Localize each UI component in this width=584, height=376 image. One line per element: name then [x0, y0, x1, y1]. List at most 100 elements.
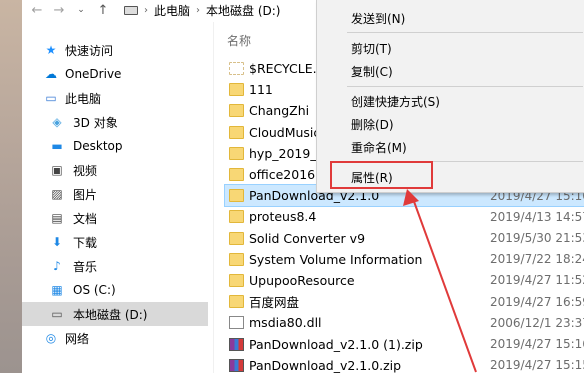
- file-row[interactable]: UpupooResource 2019/4/27 11:52: [225, 270, 584, 291]
- background-wallpaper: [0, 0, 22, 373]
- sidebar-item[interactable]: ▭ 此电脑: [22, 86, 208, 110]
- file-date: 2019/4/27 16:59: [490, 294, 584, 309]
- sidebar-item-label: 文档: [73, 211, 98, 226]
- sidebar-item-label: 音乐: [73, 259, 98, 274]
- file-row[interactable]: Solid Converter v9 2019/5/30 21:53: [225, 228, 584, 249]
- folder-icon: [229, 146, 244, 160]
- file-row[interactable]: proteus8.4 2019/4/13 14:57: [225, 206, 584, 227]
- file-name: System Volume Information: [249, 251, 423, 267]
- annotation-highlight-box: [330, 161, 433, 189]
- file-row[interactable]: 百度网盘 2019/4/27 16:59: [225, 291, 584, 312]
- sidebar-item[interactable]: ▨ 图片: [22, 182, 208, 206]
- folder-icon: [229, 273, 244, 287]
- picture-icon: ▨: [51, 187, 63, 201]
- drive-icon: ▭: [51, 307, 63, 321]
- sidebar-item-label: Desktop: [73, 139, 123, 153]
- sidebar-item-label: 本地磁盘 (D:): [73, 307, 148, 322]
- cube-icon: ◈: [52, 115, 62, 129]
- sidebar-item[interactable]: ◎ 网络: [22, 326, 208, 350]
- document-icon: ▤: [51, 211, 63, 225]
- folder-icon: [229, 62, 244, 76]
- sidebar-item[interactable]: ▭ 本地磁盘 (D:): [22, 302, 208, 326]
- file-date: 2019/7/22 18:24: [490, 252, 584, 267]
- file-date: 2019/5/30 21:53: [490, 231, 584, 246]
- sidebar-item-label: OneDrive: [65, 67, 122, 81]
- file-row[interactable]: msdia80.dll 2006/12/1 23:37: [225, 312, 584, 333]
- file-name: office2016: [249, 167, 316, 183]
- sidebar-item-label: OS (C:): [73, 283, 116, 297]
- pane-divider[interactable]: [213, 22, 214, 373]
- sidebar-item[interactable]: ★ 快速访问: [22, 38, 208, 62]
- cloud-icon: ☁: [45, 67, 57, 81]
- folder-icon: [229, 189, 244, 203]
- sidebar-item[interactable]: ◈ 3D 对象: [22, 110, 208, 134]
- folder-icon: [229, 295, 244, 309]
- folder-icon: [229, 231, 244, 245]
- folder-icon: [229, 83, 244, 97]
- sidebar-item[interactable]: ☁ OneDrive: [22, 62, 208, 86]
- navigation-pane: ★ 快速访问 ☁ OneDrive ▭ 此电脑 ◈ 3D 对象 ▬ Desktop ▣ 视频 ▨ 图片 ▤ 文…: [22, 38, 208, 350]
- file-name: UpupooResource: [249, 272, 355, 288]
- sidebar-item[interactable]: ▣ 视频: [22, 158, 208, 182]
- file-name: 百度网盘: [249, 295, 300, 311]
- folder-icon: [229, 168, 244, 182]
- sidebar-item-label: 网络: [65, 331, 90, 346]
- file-date: 2019/4/13 14:57: [490, 209, 584, 224]
- file-name: Solid Converter v9: [249, 230, 366, 246]
- breadcrumb-this-pc[interactable]: 此电脑: [154, 2, 190, 19]
- file-name: msdia80.dll: [249, 315, 322, 331]
- sidebar-item[interactable]: ⬇ 下载: [22, 230, 208, 254]
- sidebar-item-label: 视频: [73, 163, 98, 178]
- menu-item-rename[interactable]: 重命名(M): [351, 139, 407, 156]
- dll-file-icon: [229, 316, 244, 330]
- sidebar-item[interactable]: ♪ 音乐: [22, 254, 208, 278]
- sidebar-item[interactable]: ▤ 文档: [22, 206, 208, 230]
- menu-item-create-shortcut[interactable]: 创建快捷方式(S): [351, 93, 440, 110]
- sidebar-item[interactable]: ▬ Desktop: [22, 134, 208, 158]
- up-arrow-icon[interactable]: ↑: [92, 0, 114, 20]
- menu-separator: [347, 86, 583, 87]
- menu-separator: [347, 32, 583, 33]
- recent-dropdown-icon[interactable]: ⌄: [70, 0, 92, 20]
- folder-icon: [229, 252, 244, 266]
- file-name: 111: [249, 82, 273, 98]
- sidebar-item[interactable]: ▦ OS (C:): [22, 278, 208, 302]
- zip-archive-icon: [229, 358, 244, 372]
- music-icon: ♪: [53, 259, 61, 273]
- chevron-right-icon: ›: [196, 4, 201, 16]
- chevron-right-icon: ›: [144, 4, 148, 16]
- file-row[interactable]: System Volume Information 2019/7/22 18:24: [225, 249, 584, 270]
- file-name: PanDownload_v2.1.0 (1).zip: [249, 336, 423, 352]
- folder-icon: [229, 210, 244, 224]
- file-date: 2019/4/27 15:15: [490, 358, 584, 373]
- column-header-name[interactable]: 名称: [227, 32, 251, 49]
- back-arrow-icon[interactable]: ←: [26, 0, 48, 20]
- file-row[interactable]: PanDownload_v2.1.0 (1).zip 2019/4/27 15:1…: [225, 333, 584, 354]
- sidebar-item-label: 图片: [73, 187, 98, 202]
- video-icon: ▣: [51, 163, 63, 177]
- drive-icon: [124, 5, 138, 15]
- sidebar-item-label: 下载: [73, 235, 98, 250]
- file-date: 2006/12/1 23:37: [490, 315, 584, 330]
- sidebar-item-label: 此电脑: [65, 91, 102, 106]
- breadcrumb-drive-d[interactable]: 本地磁盘 (D:): [206, 2, 280, 19]
- menu-item-delete[interactable]: 删除(D): [351, 116, 394, 133]
- file-name: CloudMusic: [249, 124, 321, 140]
- sidebar-item-label: 3D 对象: [73, 115, 118, 130]
- desktop-icon: ▬: [51, 139, 63, 153]
- file-name: ChangZhi: [249, 103, 310, 119]
- file-name: PanDownload_v2.1.0.zip: [249, 357, 402, 373]
- windows-drive-icon: ▦: [51, 283, 63, 297]
- folder-icon: [229, 125, 244, 139]
- network-icon: ◎: [45, 331, 57, 345]
- forward-arrow-icon[interactable]: →: [48, 0, 70, 20]
- menu-item-cut[interactable]: 剪切(T): [351, 40, 392, 57]
- menu-item-copy[interactable]: 复制(C): [351, 63, 393, 80]
- menu-item-send-to[interactable]: 发送到(N): [351, 10, 405, 27]
- folder-icon: [229, 104, 244, 118]
- zip-archive-icon: [229, 337, 244, 351]
- computer-icon: ▭: [45, 91, 57, 105]
- file-name: $RECYCLE.B: [249, 61, 326, 77]
- file-name: proteus8.4: [249, 209, 317, 225]
- download-icon: ⬇: [51, 235, 63, 249]
